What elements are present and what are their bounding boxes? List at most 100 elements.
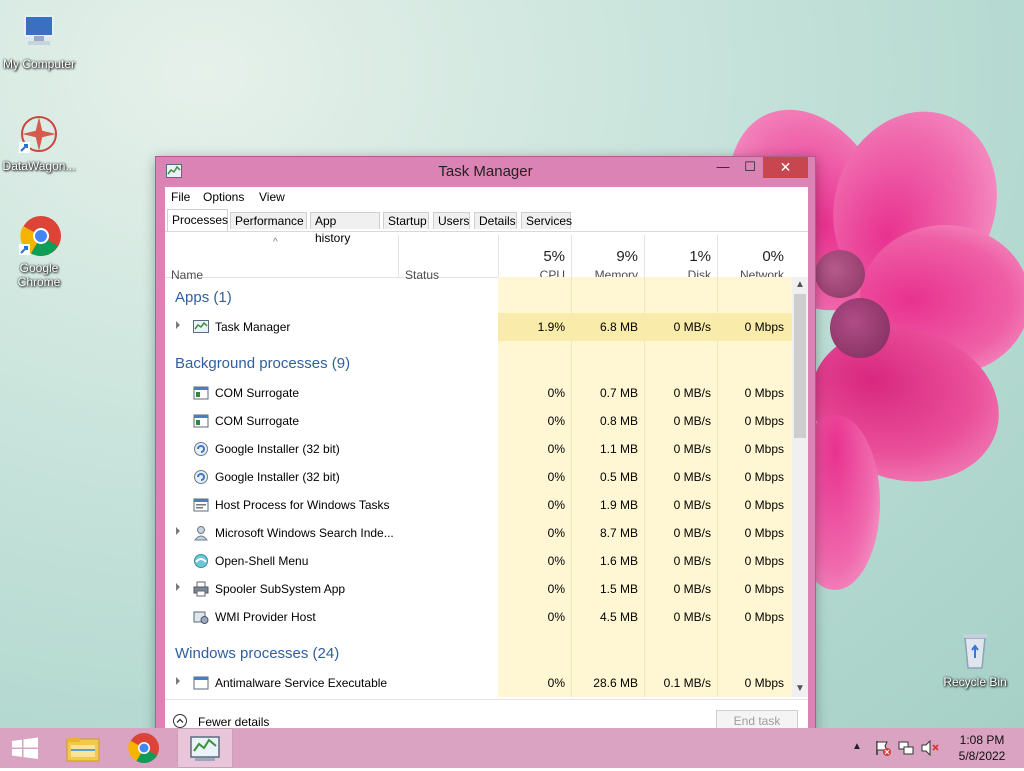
taskbar-chrome[interactable]	[116, 728, 172, 768]
tab-performance[interactable]: Performance	[230, 212, 307, 229]
process-name: WMI Provider Host	[215, 610, 316, 624]
maximize-button[interactable]: ☐	[736, 157, 764, 178]
process-disk: 0.1 MB/s	[663, 676, 711, 690]
chevron-up-icon[interactable]	[173, 714, 187, 728]
desktop-icon-label: Recycle Bin	[943, 675, 1007, 689]
action-center-flag-icon[interactable]	[874, 739, 892, 757]
table-row[interactable]: Antimalware Service Executable 0% 28.6 M…	[165, 669, 792, 697]
start-button[interactable]	[0, 728, 56, 768]
google-installer-icon	[193, 441, 209, 457]
printer-icon	[193, 581, 209, 597]
group-header-apps[interactable]: Apps (1)	[165, 281, 792, 313]
expand-arrow-icon[interactable]	[176, 527, 180, 535]
process-network: 0 Mbps	[744, 414, 784, 428]
desktop-icon-recycle-bin[interactable]: Recycle Bin	[936, 628, 1014, 689]
process-cpu: 0%	[547, 554, 565, 568]
process-memory: 4.5 MB	[599, 610, 638, 624]
expand-arrow-icon[interactable]	[176, 677, 180, 685]
scrollbar-thumb[interactable]	[794, 294, 806, 438]
desktop-icon-label: DataWagon...	[2, 159, 76, 173]
process-network: 0 Mbps	[744, 554, 784, 568]
tab-strip: Processes Performance App history Startu…	[165, 209, 808, 245]
table-row[interactable]: WMI Provider Host 0% 4.5 MB 0 MB/s 0 Mbp…	[165, 603, 792, 631]
tab-users[interactable]: Users	[433, 212, 470, 229]
datawagon-icon	[17, 112, 61, 156]
tab-processes[interactable]: Processes	[167, 209, 228, 231]
taskbar-file-explorer[interactable]	[56, 728, 112, 768]
taskbar-task-manager[interactable]	[177, 728, 233, 768]
group-header-background[interactable]: Background processes (9)	[165, 347, 792, 379]
process-cpu: 0%	[547, 676, 565, 690]
desktop-icon-my-computer[interactable]: My Computer	[0, 10, 78, 71]
process-network: 0 Mbps	[744, 676, 784, 690]
title-bar[interactable]: Task Manager — ☐ ✕	[156, 157, 815, 185]
folder-icon	[66, 737, 100, 762]
menu-file[interactable]: File	[171, 190, 190, 204]
task-manager-icon	[190, 736, 220, 761]
table-row[interactable]: COM Surrogate 0% 0.7 MB 0 MB/s 0 Mbps	[165, 379, 792, 407]
process-memory: 0.8 MB	[599, 414, 638, 428]
process-cpu: 0%	[547, 610, 565, 624]
desktop-icon-datawagon[interactable]: DataWagon...	[0, 112, 78, 173]
process-disk: 0 MB/s	[673, 526, 711, 540]
vertical-scrollbar[interactable]: ▲ ▼	[792, 277, 808, 697]
network-icon[interactable]	[897, 739, 915, 757]
process-name: Google Installer (32 bit)	[215, 470, 340, 484]
tab-details[interactable]: Details	[474, 212, 517, 229]
expand-arrow-icon[interactable]	[176, 583, 180, 591]
clock-time[interactable]: 1:08 PM	[954, 733, 1010, 747]
window-client-area: File Options View Processes Performance …	[165, 187, 808, 743]
group-title: Background processes (9)	[175, 355, 351, 372]
table-row[interactable]: Spooler SubSystem App 0% 1.5 MB 0 MB/s 0…	[165, 575, 792, 603]
process-disk: 0 MB/s	[673, 470, 711, 484]
process-memory: 8.7 MB	[599, 526, 638, 540]
table-row[interactable]: Google Installer (32 bit) 0% 1.1 MB 0 MB…	[165, 435, 792, 463]
scroll-up-icon[interactable]: ▲	[792, 277, 808, 293]
search-indexer-icon	[193, 525, 209, 541]
process-disk: 0 MB/s	[673, 610, 711, 624]
recycle-bin-icon	[953, 628, 997, 672]
computer-icon	[17, 10, 61, 54]
minimize-button[interactable]: —	[709, 157, 737, 178]
chrome-icon	[17, 214, 61, 258]
group-header-windows-processes[interactable]: Windows processes (24)	[165, 637, 792, 669]
table-row[interactable]: Host Process for Windows Tasks 0% 1.9 MB…	[165, 491, 792, 519]
wallpaper-flower-center	[830, 298, 890, 358]
menu-view[interactable]: View	[259, 190, 285, 204]
tab-app-history[interactable]: App history	[310, 212, 380, 245]
process-cpu: 0%	[547, 442, 565, 456]
menu-bar: File Options View	[165, 187, 808, 207]
desktop-icon-google-chrome[interactable]: Google Chrome	[0, 214, 78, 289]
column-divider[interactable]	[398, 235, 399, 277]
process-memory: 1.9 MB	[599, 498, 638, 512]
fewer-details-button[interactable]: Fewer details	[198, 715, 269, 729]
table-row[interactable]: Open-Shell Menu 0% 1.6 MB 0 MB/s 0 Mbps	[165, 547, 792, 575]
desktop-icon-label: Google Chrome	[17, 261, 61, 289]
table-row[interactable]: COM Surrogate 0% 0.8 MB 0 MB/s 0 Mbps	[165, 407, 792, 435]
volume-muted-icon[interactable]	[920, 739, 940, 757]
task-manager-icon	[193, 319, 209, 335]
process-memory: 1.6 MB	[599, 554, 638, 568]
expand-arrow-icon[interactable]	[176, 321, 180, 329]
close-button[interactable]: ✕	[763, 157, 808, 178]
process-name: COM Surrogate	[215, 414, 300, 428]
process-disk: 0 MB/s	[673, 320, 711, 334]
scroll-down-icon[interactable]: ▼	[792, 681, 808, 697]
process-network: 0 Mbps	[744, 582, 784, 596]
process-network: 0 Mbps	[744, 470, 784, 484]
table-row[interactable]: Google Installer (32 bit) 0% 0.5 MB 0 MB…	[165, 463, 792, 491]
menu-options[interactable]: Options	[203, 190, 244, 204]
tab-services[interactable]: Services	[521, 212, 572, 229]
desktop-icon-label: My Computer	[2, 57, 76, 71]
cpu-total: 5%	[543, 248, 565, 265]
process-network: 0 Mbps	[744, 498, 784, 512]
table-row[interactable]: Task Manager 1.9% 6.8 MB 0 MB/s 0 Mbps	[165, 313, 792, 341]
table-row[interactable]: Microsoft Windows Search Inde... 0% 8.7 …	[165, 519, 792, 547]
process-name: Microsoft Windows Search Inde...	[215, 526, 394, 540]
show-hidden-icons-icon[interactable]: ▲	[852, 741, 862, 752]
tab-startup[interactable]: Startup	[383, 212, 429, 229]
clock-date[interactable]: 5/8/2022	[954, 749, 1010, 763]
disk-total: 1%	[689, 248, 711, 265]
wallpaper-flower-center	[815, 250, 865, 298]
host-process-icon	[193, 497, 209, 513]
